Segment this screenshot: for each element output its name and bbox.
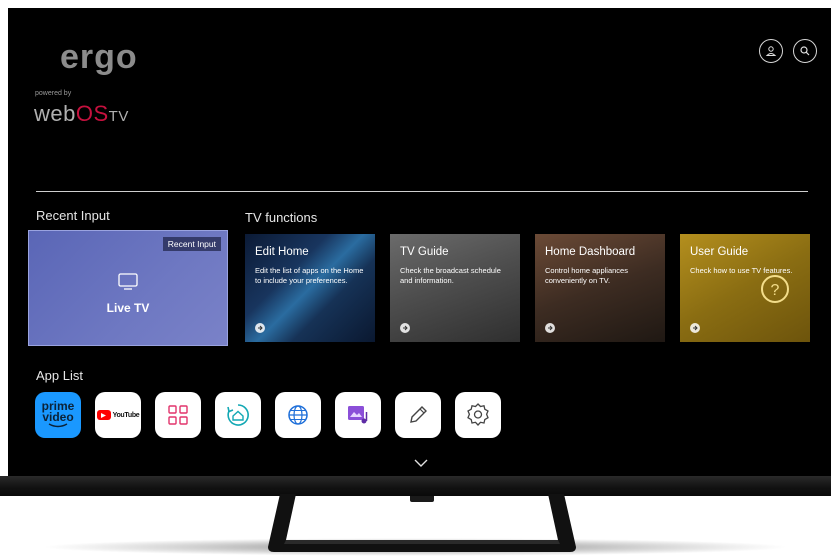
- arrow-right-icon: [690, 323, 700, 333]
- app-list-label: App List: [36, 368, 83, 383]
- web-browser-app[interactable]: [275, 392, 321, 438]
- powered-by-label: powered by: [35, 90, 72, 97]
- webos-logo: webOSTV: [34, 101, 129, 127]
- grid-icon: [168, 405, 188, 425]
- card-title: TV Guide: [400, 246, 449, 258]
- profile-button[interactable]: [759, 39, 783, 63]
- youtube-label: YouTube: [112, 411, 140, 419]
- gallery-music-app[interactable]: [335, 392, 381, 438]
- live-tv-card[interactable]: Recent Input Live TV: [28, 230, 228, 346]
- globe-icon: [288, 405, 308, 425]
- tv-screen: ergo powered by webOSTV Recent Input Rec…: [8, 8, 831, 476]
- tv-functions-label: TV functions: [245, 210, 318, 225]
- card-description: Edit the list of apps on the Home to inc…: [255, 266, 364, 285]
- youtube-play-icon: [96, 410, 111, 420]
- tv-icon: [118, 273, 138, 290]
- card-description: Check the broadcast schedule and informa…: [400, 266, 501, 285]
- webos-logo-tv: TV: [108, 108, 129, 125]
- edit-home-card[interactable]: Edit Home Edit the list of apps on the H…: [245, 234, 375, 342]
- arrow-right-icon: [400, 323, 410, 333]
- svg-text:?: ?: [771, 282, 780, 299]
- ergo-logo: ergo: [60, 38, 138, 76]
- header-divider: [36, 191, 808, 192]
- tv-stand: [268, 494, 576, 552]
- home-dashboard-card[interactable]: Home Dashboard Control home appliances c…: [535, 234, 665, 342]
- settings-app[interactable]: [455, 392, 501, 438]
- arrow-right-icon: [255, 323, 265, 333]
- apps-app[interactable]: [155, 392, 201, 438]
- prime-video-line2: video: [42, 410, 74, 424]
- smile-icon: [48, 423, 68, 428]
- arrow-right-icon: [545, 323, 555, 333]
- card-title: User Guide: [690, 246, 749, 258]
- search-icon: [800, 46, 810, 56]
- user-guide-card[interactable]: User Guide Check how to use TV features.…: [680, 234, 810, 342]
- prime-video-app[interactable]: prime video: [35, 392, 81, 438]
- home-sync-icon: [227, 404, 249, 426]
- recent-input-label: Recent Input: [36, 208, 110, 223]
- edit-app[interactable]: [395, 392, 441, 438]
- webos-logo-os: OS: [75, 101, 109, 126]
- card-title: Edit Home: [255, 246, 309, 258]
- youtube-app[interactable]: YouTube: [95, 392, 141, 438]
- webos-logo-web: web: [34, 101, 76, 126]
- app-list: prime video YouTube: [35, 392, 501, 438]
- gear-icon: [467, 403, 489, 426]
- question-icon: ?: [761, 275, 789, 303]
- search-button[interactable]: [793, 39, 817, 63]
- card-description: Control home appliances conveniently on …: [545, 266, 628, 285]
- card-title: Home Dashboard: [545, 246, 636, 258]
- tv-guide-card[interactable]: TV Guide Check the broadcast schedule an…: [390, 234, 520, 342]
- chevron-down-icon[interactable]: [414, 459, 428, 468]
- media-icon: [348, 406, 368, 424]
- profile-icon: [765, 46, 777, 56]
- pencil-icon: [410, 406, 427, 423]
- home-dashboard-app[interactable]: [215, 392, 261, 438]
- recent-input-tag: Recent Input: [162, 237, 221, 251]
- live-tv-label: Live TV: [106, 301, 150, 315]
